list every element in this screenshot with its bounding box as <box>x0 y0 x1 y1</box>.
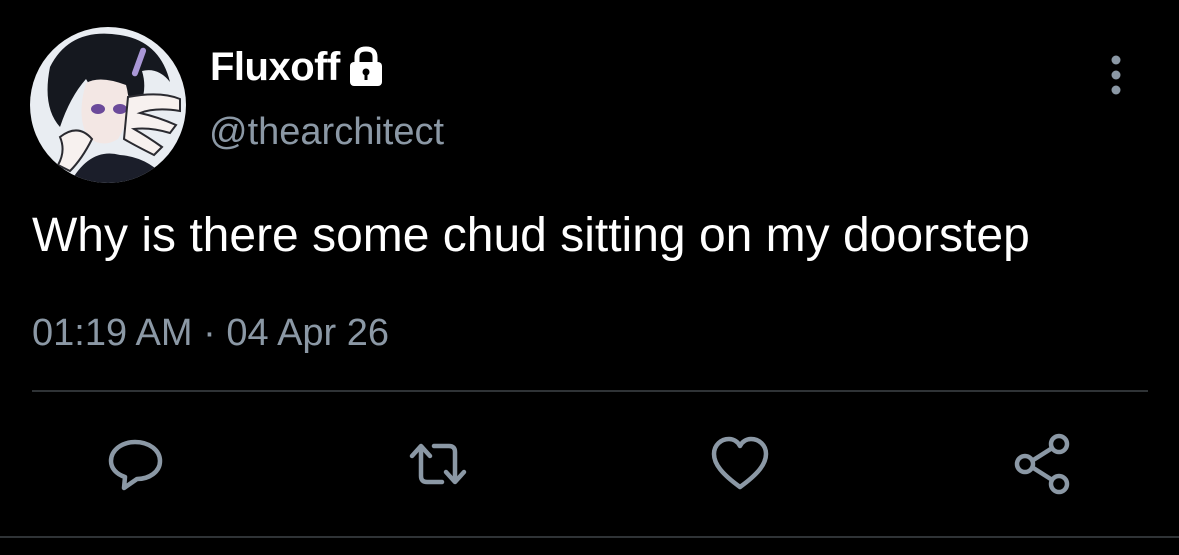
vertical-ellipsis-icon[interactable] <box>1096 52 1136 98</box>
avatar[interactable] <box>30 27 186 183</box>
tweet-meta: 01:19 AM · 04 Apr 26 <box>32 307 389 359</box>
tweet-time: 01:19 AM <box>32 312 193 354</box>
bottom-divider <box>0 536 1179 538</box>
share-button[interactable] <box>1011 432 1075 496</box>
retweet-button[interactable] <box>406 432 470 496</box>
lock-icon <box>346 45 386 89</box>
handle[interactable]: @thearchitect <box>209 108 444 156</box>
heart-icon <box>711 436 769 490</box>
retweet-arrows-icon <box>409 443 467 485</box>
display-name-row: Fluxoff <box>210 42 386 92</box>
tweet-date: 04 Apr 26 <box>226 312 390 354</box>
share-nodes-icon <box>1014 433 1070 495</box>
meta-separator: · <box>203 312 216 354</box>
avatar-image <box>30 27 186 183</box>
display-name[interactable]: Fluxoff <box>210 42 340 92</box>
speech-bubble-icon <box>108 439 163 491</box>
tweet-text: Why is there some chud sitting on my doo… <box>32 209 1030 262</box>
divider <box>32 390 1148 392</box>
like-button[interactable] <box>708 432 772 496</box>
reply-button[interactable] <box>104 432 168 496</box>
